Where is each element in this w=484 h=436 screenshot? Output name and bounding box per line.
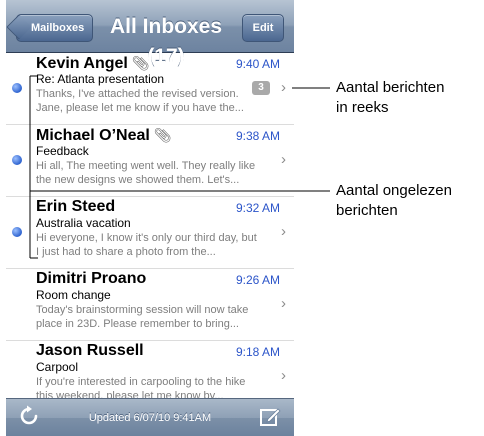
annotation-callouts: Aantal berichten in reeks Aantal ongelez… [0,0,484,436]
unread-count-callout: Aantal ongelezen berichten [336,181,452,221]
unread-count-callout-line1: Aantal ongelezen [336,182,452,199]
mailboxes-back-label: Mailboxes [31,22,85,34]
thread-count-callout: Aantal berichten in reeks [336,78,444,118]
thread-count-callout-line2: in reeks [336,99,389,116]
thread-count-callout-line1: Aantal berichten [336,79,445,96]
unread-count-callout-line2: berichten [336,202,398,219]
